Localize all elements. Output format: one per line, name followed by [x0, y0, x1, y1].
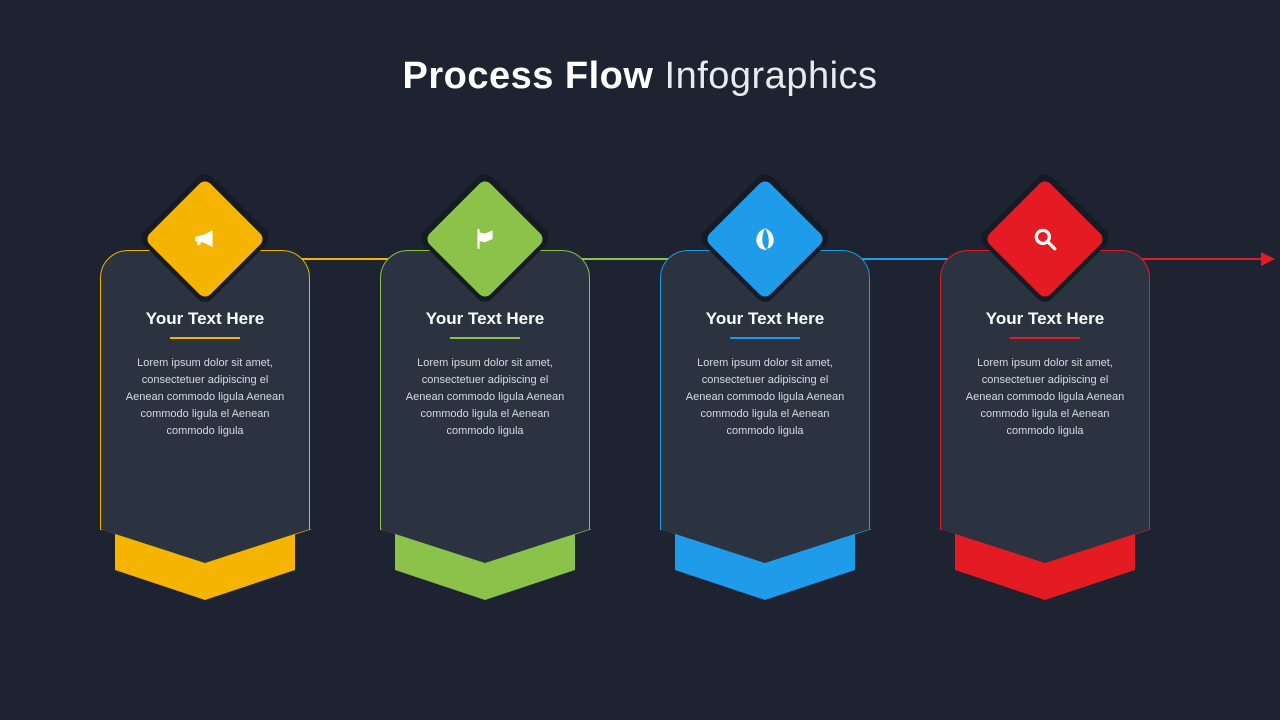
- search-icon: [1020, 214, 1070, 264]
- step-body: Lorem ipsum dolor sit amet, consectetuer…: [403, 355, 567, 440]
- process-step: Your Text Here Lorem ipsum dolor sit ame…: [930, 180, 1160, 570]
- step-body: Lorem ipsum dolor sit amet, consectetuer…: [683, 355, 847, 440]
- step-heading: Your Text Here: [123, 309, 287, 329]
- process-step: Your Text Here Lorem ipsum dolor sit ame…: [370, 180, 600, 570]
- flag-icon: [460, 214, 510, 264]
- process-step: Your Text Here Lorem ipsum dolor sit ame…: [650, 180, 880, 570]
- process-step: Your Text Here Lorem ipsum dolor sit ame…: [90, 180, 320, 570]
- title-bold: Process Flow: [402, 55, 653, 97]
- step-heading: Your Text Here: [963, 309, 1127, 329]
- megaphone-icon: [180, 214, 230, 264]
- leaf-icon: [740, 214, 790, 264]
- heading-underline: [1010, 337, 1080, 339]
- heading-underline: [730, 337, 800, 339]
- slide-title: Process Flow Infographics: [0, 55, 1280, 98]
- step-heading: Your Text Here: [403, 309, 567, 329]
- step-body: Lorem ipsum dolor sit amet, consectetuer…: [963, 355, 1127, 440]
- title-light: Infographics: [653, 55, 877, 97]
- step-heading: Your Text Here: [683, 309, 847, 329]
- step-body: Lorem ipsum dolor sit amet, consectetuer…: [123, 355, 287, 440]
- heading-underline: [170, 337, 240, 339]
- heading-underline: [450, 337, 520, 339]
- steps-row: Your Text Here Lorem ipsum dolor sit ame…: [90, 180, 1260, 600]
